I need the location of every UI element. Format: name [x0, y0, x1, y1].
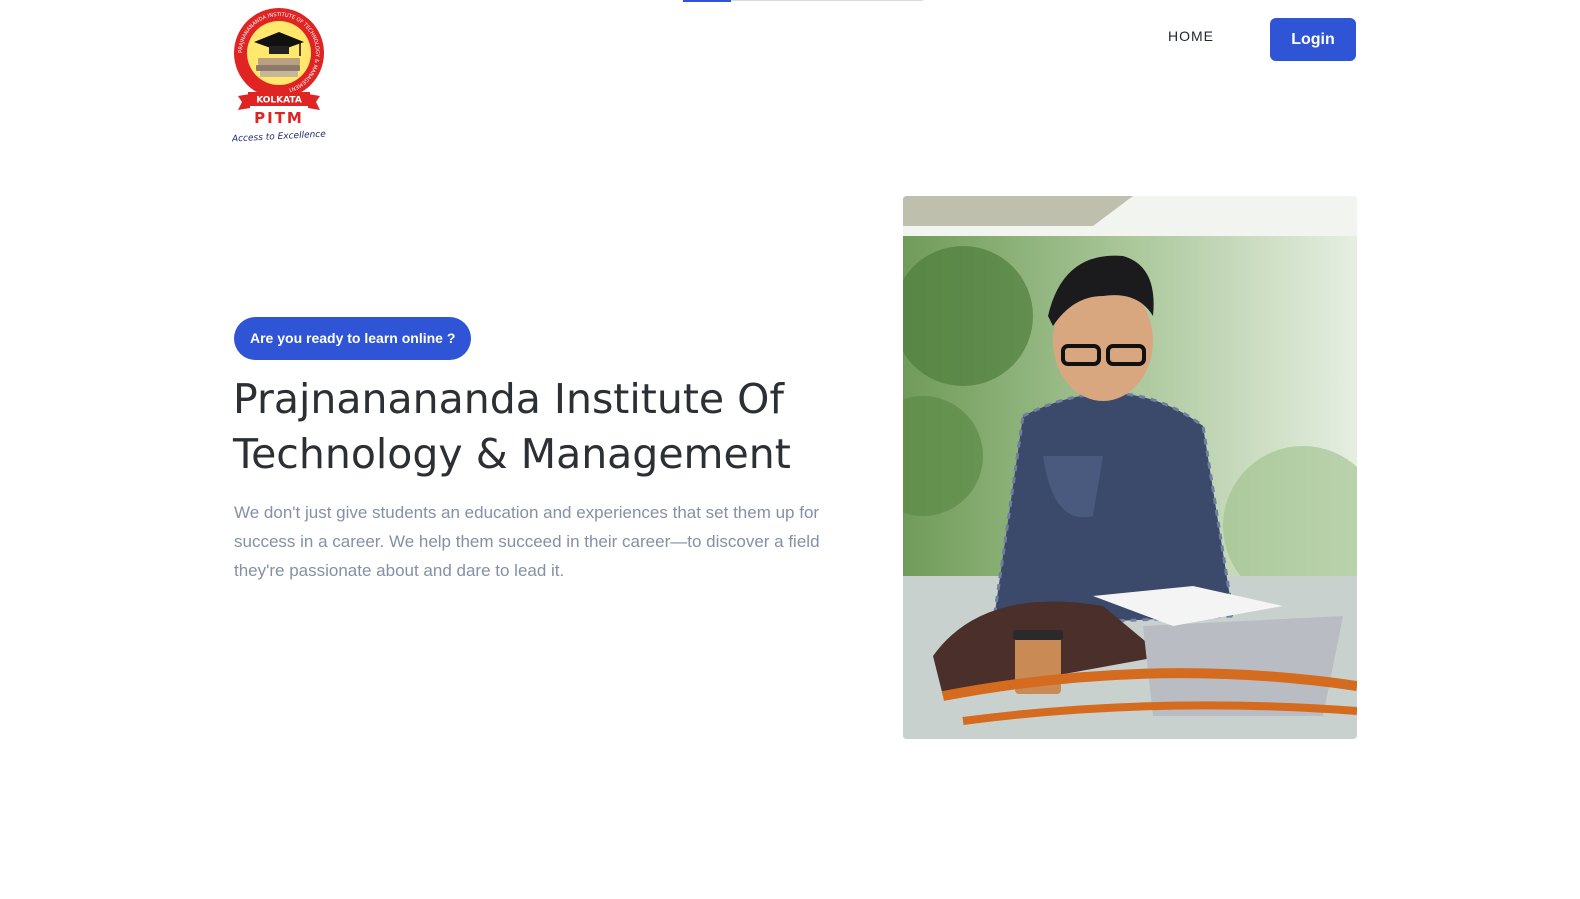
svg-text:PITM: PITM	[254, 109, 304, 127]
svg-text:Access to Excellence: Access to Excellence	[232, 130, 326, 144]
loading-bar-fill	[683, 0, 731, 2]
institute-logo[interactable]: PRAJNANANANDA INSTITUTE OF TECHNOLOGY & …	[231, 8, 327, 145]
login-button[interactable]: Login	[1270, 18, 1356, 61]
hero-title-line-2: Technology & Management	[233, 430, 791, 478]
hero-title-line-1: Prajnanananda Institute Of	[233, 375, 784, 423]
nav-home-link[interactable]: HOME	[1168, 28, 1214, 44]
hero-title: Prajnanananda Institute Of Technology & …	[233, 372, 853, 482]
hero-image	[903, 196, 1357, 739]
student-photo	[903, 196, 1357, 739]
hero-badge: Are you ready to learn online ?	[234, 317, 472, 360]
svg-text:KOLKATA: KOLKATA	[256, 96, 302, 106]
logo-emblem: PRAJNANANANDA INSTITUTE OF TECHNOLOGY & …	[231, 8, 327, 145]
loading-bar	[683, 0, 923, 2]
hero-description: We don't just give students an education…	[234, 503, 820, 580]
